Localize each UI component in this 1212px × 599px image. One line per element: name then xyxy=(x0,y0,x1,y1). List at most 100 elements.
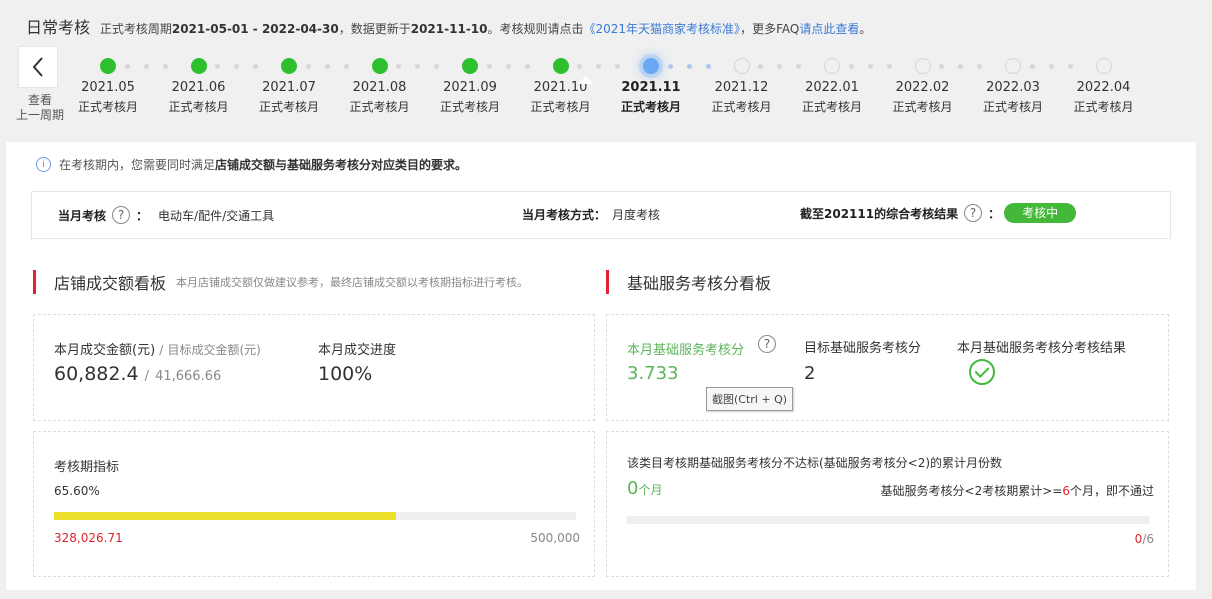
period-progress-fill xyxy=(54,512,397,520)
completed-dot-icon xyxy=(100,58,116,74)
timeline-sub-label: 正式考核月 xyxy=(801,100,862,114)
help-icon[interactable]: ? xyxy=(964,204,983,222)
monthly-gmv-card: 本月成交金额(元) / 目标成交金额(元) 60,882.4 / 41,666.… xyxy=(33,314,595,421)
timeline-period-0[interactable]: 2021.05 正式考核月 xyxy=(63,56,153,115)
faq-link[interactable]: 请点此查看 xyxy=(799,22,859,36)
timeline-month: 2021.05 xyxy=(81,80,135,95)
notice-bold-text: 店铺成交额与基础服务考核分对应类目的要求。 xyxy=(215,158,468,172)
timeline-connector-dot xyxy=(758,64,763,69)
completed-dot-icon xyxy=(462,58,478,74)
timeline-connector-dot xyxy=(324,64,330,69)
timeline-connector-dot xyxy=(143,64,149,69)
chevron-left-icon xyxy=(32,57,43,77)
help-icon[interactable]: ? xyxy=(112,206,131,224)
notice-text: 在考核期内，您需要同时满足 xyxy=(59,158,216,172)
timeline-connector-dot xyxy=(305,64,311,69)
timeline-sub-label: 正式考核月 xyxy=(258,100,319,114)
fail-progress-text: 0/6 xyxy=(1135,532,1154,546)
gmv-board-title: 店铺成交额看板 xyxy=(54,274,167,293)
period-progress-bar xyxy=(54,512,576,520)
timeline-sub-label: 正式考核月 xyxy=(439,100,500,114)
timeline-connector-dot xyxy=(867,64,873,69)
pending-dot-icon xyxy=(824,58,840,74)
current-dot-icon xyxy=(643,58,659,74)
timeline-connector-dot xyxy=(777,64,782,69)
timeline-period-5[interactable]: 2021.10 正式考核月 xyxy=(516,56,606,115)
rule-pre: 基础服务考核分<2考核期累计>= xyxy=(880,484,1063,498)
main-content: i 在考核期内，您需要同时满足 店铺成交额与基础服务考核分对应类目的要求。 当月考… xyxy=(6,142,1196,590)
service-board-title: 基础服务考核分看板 xyxy=(627,274,772,293)
timeline-connector-dot xyxy=(396,64,401,69)
period-current-value: 328,026.71 xyxy=(54,531,123,545)
timeline-month: 2021.06 xyxy=(171,80,226,95)
timeline-connector-dot xyxy=(667,64,673,69)
service-result-label: 本月基础服务考核分考核结果 xyxy=(957,341,1127,356)
timeline-sub-label: 正式考核月 xyxy=(168,100,229,114)
faq-suffix: 。 xyxy=(859,22,872,36)
gmv-amount-label: 本月成交金额(元) / 目标成交金额(元) xyxy=(54,339,261,358)
timeline-period-9[interactable]: 2022.02 正式考核月 xyxy=(878,56,968,115)
timeline-sub-label: 正式考核月 xyxy=(982,100,1043,114)
timeline-sub-label: 正式考核月 xyxy=(1073,100,1134,114)
help-icon[interactable]: ? xyxy=(758,335,776,353)
status-badge: 考核中 xyxy=(1004,203,1077,223)
category-value: 电动车/配件/交通工具 xyxy=(158,208,275,223)
timeline-month: 2021.11 xyxy=(621,80,681,95)
period-gmv-card: 考核期指标 65.60% 328,026.71 500,000 xyxy=(33,431,595,577)
gmv-board-header: 店铺成交额看板 本月店铺成交额仅做建议参考，最终店铺成交额以考核期指标进行考核。 xyxy=(33,270,528,294)
timeline-period-11[interactable]: 2022.04 正式考核月 xyxy=(1059,56,1149,115)
timeline-sub-label: 正式考核月 xyxy=(349,100,410,114)
pending-dot-icon xyxy=(1095,58,1112,74)
timeline-connector-dot xyxy=(486,64,492,69)
timeline-sub-label: 正式考核月 xyxy=(620,100,681,114)
service-fail-card: 该类目考核期基础服务考核分不达标(基础服务考核分<2)的累计月份数 0个月 基础… xyxy=(606,431,1169,577)
period-timeline: 2021.05 正式考核月 2021.06 正式考核月 2021.07 正式考核月 2021… xyxy=(72,56,1172,126)
current-period-caret xyxy=(578,76,594,84)
section-accent-bar xyxy=(33,270,36,294)
prev-label-line2: 上一周期 xyxy=(16,108,65,122)
prev-period-label[interactable]: 查看 上一周期 xyxy=(16,93,64,123)
prev-period-button[interactable] xyxy=(18,46,58,88)
timeline-period-4[interactable]: 2021.09 正式考核月 xyxy=(425,56,515,115)
timeline-period-10[interactable]: 2022.03 正式考核月 xyxy=(968,56,1058,115)
monthly-service-card: 本月基础服务考核分 ? 3.733 目标基础服务考核分 2 本月基础服务考核分考… xyxy=(606,314,1169,421)
service-board-header: 基础服务考核分看板 xyxy=(606,270,771,294)
service-score-value: 3.733 xyxy=(627,363,679,384)
timeline-period-2[interactable]: 2021.07 正式考核月 xyxy=(244,56,334,115)
prev-label-line1: 查看 xyxy=(27,93,52,107)
timeline-period-6[interactable]: 2021.11 正式考核月 xyxy=(606,56,696,115)
period-target-value: 500,000 xyxy=(530,531,580,545)
timeline-month: 2022.03 xyxy=(986,80,1040,95)
timeline-month: 2022.02 xyxy=(895,80,950,95)
timeline-period-1[interactable]: 2021.06 正式考核月 xyxy=(154,56,244,115)
completed-dot-icon xyxy=(281,58,297,74)
timeline-connector-dot xyxy=(848,64,854,69)
timeline-period-7[interactable]: 2021.12 正式考核月 xyxy=(697,56,787,115)
target-score-label: 目标基础服务考核分 xyxy=(804,341,922,356)
timeline-sub-label: 正式考核月 xyxy=(530,100,591,114)
completed-dot-icon xyxy=(371,58,388,74)
pending-dot-icon xyxy=(733,58,750,74)
completed-dot-icon xyxy=(552,58,569,74)
timeline-month: 2021.07 xyxy=(262,80,316,95)
timeline-connector-dot xyxy=(686,64,692,69)
screenshot-tooltip: 截图(Ctrl + Q) xyxy=(706,387,794,411)
top-header: 日常考核 正式考核周期2021-05-01 - 2022-04-30，数据更新于… xyxy=(6,0,1196,142)
target-value: 41,666.66 xyxy=(155,369,222,384)
colon: ： xyxy=(136,208,149,223)
update-label: ，数据更新于 xyxy=(338,22,411,36)
assessment-method: 当月考核方式： 月度考核 xyxy=(522,206,660,223)
timeline-month: 2022.01 xyxy=(805,80,859,95)
period-percent: 65.60% xyxy=(54,484,100,498)
timeline-period-3[interactable]: 2021.08 正式考核月 xyxy=(335,56,425,115)
timeline-period-8[interactable]: 2022.01 正式考核月 xyxy=(787,56,877,115)
timeline-connector-dot xyxy=(1029,64,1035,69)
period-label: 正式考核周期 xyxy=(99,22,172,36)
rule-link[interactable]: 《2021年天猫商家考核标准》 xyxy=(584,22,741,36)
overall-result: 截至202111的综合考核结果 ? ： 考核中 xyxy=(800,203,1077,223)
timeline-month: 2021.12 xyxy=(714,80,769,95)
timeline-sub-label: 正式考核月 xyxy=(711,100,772,114)
service-score-label: 本月基础服务考核分 xyxy=(627,343,745,358)
timeline-connector-dot xyxy=(415,64,420,69)
timeline-sub-label: 正式考核月 xyxy=(77,100,138,114)
